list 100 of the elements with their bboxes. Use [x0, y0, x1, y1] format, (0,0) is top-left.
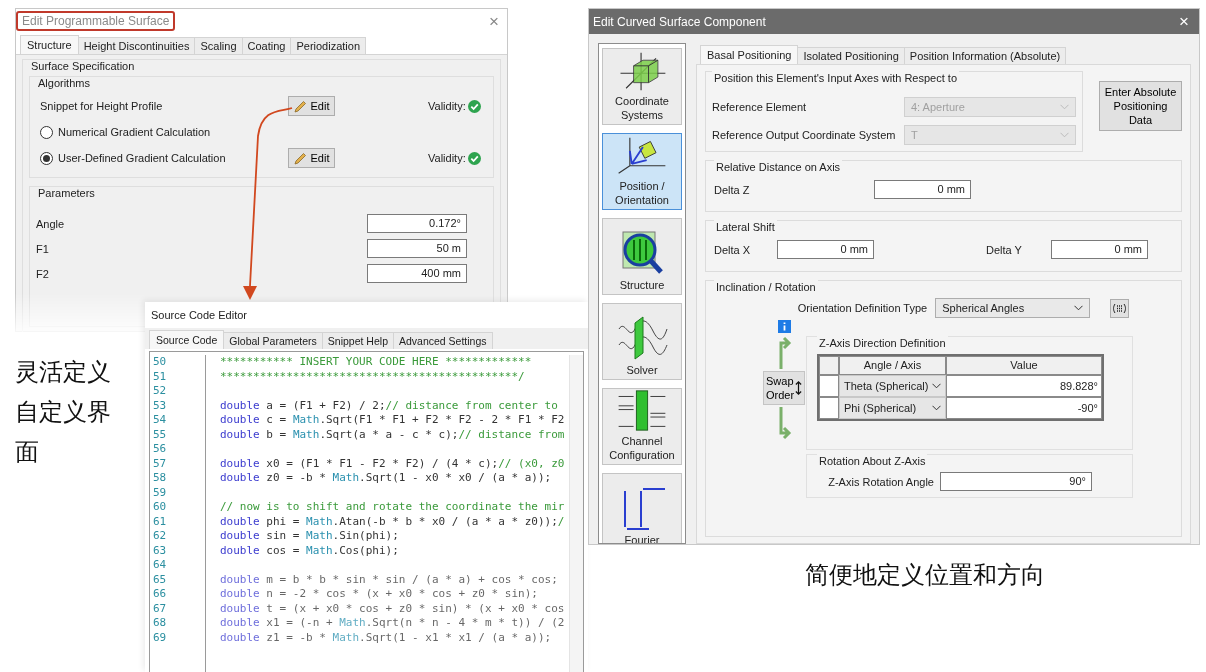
code-line: double x0 = (F1 * F1 - F2 * F2) / (4 * c);// (x0, z0 — [220, 456, 566, 471]
pencil-icon — [293, 151, 307, 165]
chevron-down-icon — [1074, 305, 1084, 311]
row-header-cell[interactable] — [819, 375, 839, 397]
radio-label: Numerical Gradient Calculation — [58, 126, 211, 138]
edit-button[interactable]: Edit — [288, 148, 335, 168]
tab[interactable]: Structure — [20, 35, 79, 54]
group-title: Inclination / Rotation — [714, 280, 818, 294]
row-header-cell[interactable] — [819, 397, 839, 419]
code-line: double c = Math.Sqrt(F1 * F1 + F2 * F2 - 2 * F1 * F2 — [220, 413, 566, 428]
parameter-label: F1 — [36, 242, 50, 255]
sidebar-item[interactable]: Position / Orientation — [602, 133, 682, 210]
tab[interactable]: Position Information (Absolute) — [903, 47, 1067, 64]
info-icon — [777, 320, 791, 333]
line-number: 56 — [152, 442, 168, 457]
column-header: Angle / Axis — [839, 356, 946, 375]
table-cell[interactable]: -90° — [946, 397, 1102, 419]
chevron-down-icon — [932, 383, 941, 389]
code-line: *********************************************/ — [220, 369, 526, 384]
group-title: Parameters — [38, 187, 96, 199]
sidebar-item[interactable]: Structure — [602, 218, 682, 295]
code-line: *********** INSERT YOUR CODE HERE ************* — [220, 355, 533, 370]
close-button[interactable]: × — [489, 12, 499, 30]
radio-button[interactable] — [40, 151, 53, 165]
window-title: Edit Curved Surface Component — [593, 14, 766, 29]
parameter-label: Angle — [36, 217, 66, 230]
tab[interactable]: Isolated Positioning — [797, 47, 905, 64]
tab[interactable]: Advanced Settings — [392, 332, 493, 349]
code-line: double sin = Math.Sin(phi); — [220, 529, 400, 544]
chevron-down-icon — [932, 405, 941, 411]
positioning-button[interactable]: Enter Absolute Positioning Data — [1099, 81, 1182, 131]
window-title: Source Code Editor — [150, 308, 248, 323]
up-down-arrow-icon — [795, 380, 802, 396]
field-label: Reference Element — [712, 101, 808, 113]
line-number: 65 — [152, 572, 168, 587]
line-number: 50 — [152, 355, 168, 370]
sidebar-item[interactable]: Coordinate Systems — [602, 48, 682, 125]
field-label: Delta Y — [985, 243, 1023, 256]
close-button[interactable]: × — [1179, 13, 1189, 30]
check-icon — [467, 151, 481, 165]
group-title: Position this Element's Input Axes with Respect to — [712, 71, 959, 85]
group-title: Surface Specification — [31, 60, 136, 72]
code-line: double n = -2 * cos * (x + x0 * cos + z0 * sin); — [220, 587, 539, 602]
caption: 简便地定义位置和方向 — [805, 561, 1046, 590]
group-title: Z-Axis Direction Definition — [817, 336, 948, 350]
field-label: Delta Z — [714, 183, 751, 196]
line-number: 55 — [152, 427, 168, 442]
table-cell[interactable]: 89.828° — [946, 375, 1102, 397]
code-line: double cos = Math.Cos(phi); — [220, 543, 400, 558]
code-line: double a = (F1 + F2) / 2;// distance from center to — [220, 398, 559, 413]
tab[interactable]: Scaling — [194, 37, 243, 54]
axis-dropdown[interactable]: Theta (Spherical) — [839, 375, 946, 397]
check-icon — [467, 99, 481, 113]
tab[interactable]: Snippet Help — [321, 332, 394, 349]
swap-order-button[interactable]: Swap Order — [763, 371, 805, 405]
radio-label: User-Defined Gradient Calculation — [58, 152, 226, 164]
validity-label: Validity: — [428, 100, 466, 112]
axis-dropdown[interactable]: Phi (Spherical) — [839, 397, 946, 419]
column-header: Value — [946, 356, 1102, 375]
sidebar-item[interactable]: Channel Configuration — [602, 388, 682, 465]
parameter-label: F2 — [36, 267, 50, 280]
tab[interactable]: Height Discontinuities — [77, 37, 196, 54]
line-number: 59 — [152, 485, 168, 500]
code-line: double phi = Math.Atan(-b * b * x0 / (a * a * z0));/ — [220, 514, 566, 529]
scrollbar[interactable] — [569, 355, 583, 672]
code-line: double t = (x + x0 * cos + z0 * sin) * (x + x0 * cos — [220, 601, 566, 616]
tab[interactable]: Basal Positioning — [700, 45, 799, 64]
edit-button[interactable]: Edit — [288, 96, 335, 116]
row-label: Snippet for Height Profile — [40, 100, 164, 112]
radio-button[interactable] — [40, 125, 53, 139]
value-field[interactable]: 400 mm — [367, 264, 467, 283]
code-line: // now is to shift and rotate the coordinate the mir — [220, 500, 566, 515]
line-number: 54 — [152, 413, 168, 428]
value-field[interactable]: 90° — [940, 472, 1092, 491]
pencil-icon — [293, 99, 307, 113]
value-field[interactable]: 0 mm — [777, 240, 874, 259]
line-number: 60 — [152, 500, 168, 515]
tab[interactable]: Periodization — [290, 37, 366, 54]
line-number: 68 — [152, 616, 168, 631]
line-number: 53 — [152, 398, 168, 413]
code-line: double z1 = -b * Math.Sqrt(1 - x1 * x1 / (a * a)); — [220, 630, 553, 645]
tab[interactable]: Source Code — [149, 330, 225, 349]
dropdown[interactable]: Spherical Angles — [935, 298, 1091, 318]
chevron-down-icon — [1060, 132, 1069, 138]
keypad-button[interactable] — [1110, 298, 1130, 318]
line-number: 63 — [152, 543, 168, 558]
value-field[interactable]: 50 m — [367, 239, 467, 258]
value-field[interactable]: 0.172° — [367, 214, 467, 233]
line-number: 64 — [152, 558, 168, 573]
field-label: Orientation Definition Type — [797, 302, 928, 314]
code-line: double z0 = -b * Math.Sqrt(1 - x0 * x0 / (a * a)); — [220, 471, 553, 486]
value-field[interactable]: 0 mm — [874, 180, 971, 199]
line-number: 58 — [152, 471, 168, 486]
sidebar-item[interactable]: Solver — [602, 303, 682, 380]
tab[interactable]: Coating — [241, 37, 292, 54]
caption: 灵活定义自定义界面 — [15, 358, 112, 467]
value-field[interactable]: 0 mm — [1051, 240, 1148, 259]
field-label: Reference Output Coordinate System — [712, 129, 897, 141]
tab[interactable]: Global Parameters — [223, 332, 323, 349]
line-number: 67 — [152, 601, 168, 616]
